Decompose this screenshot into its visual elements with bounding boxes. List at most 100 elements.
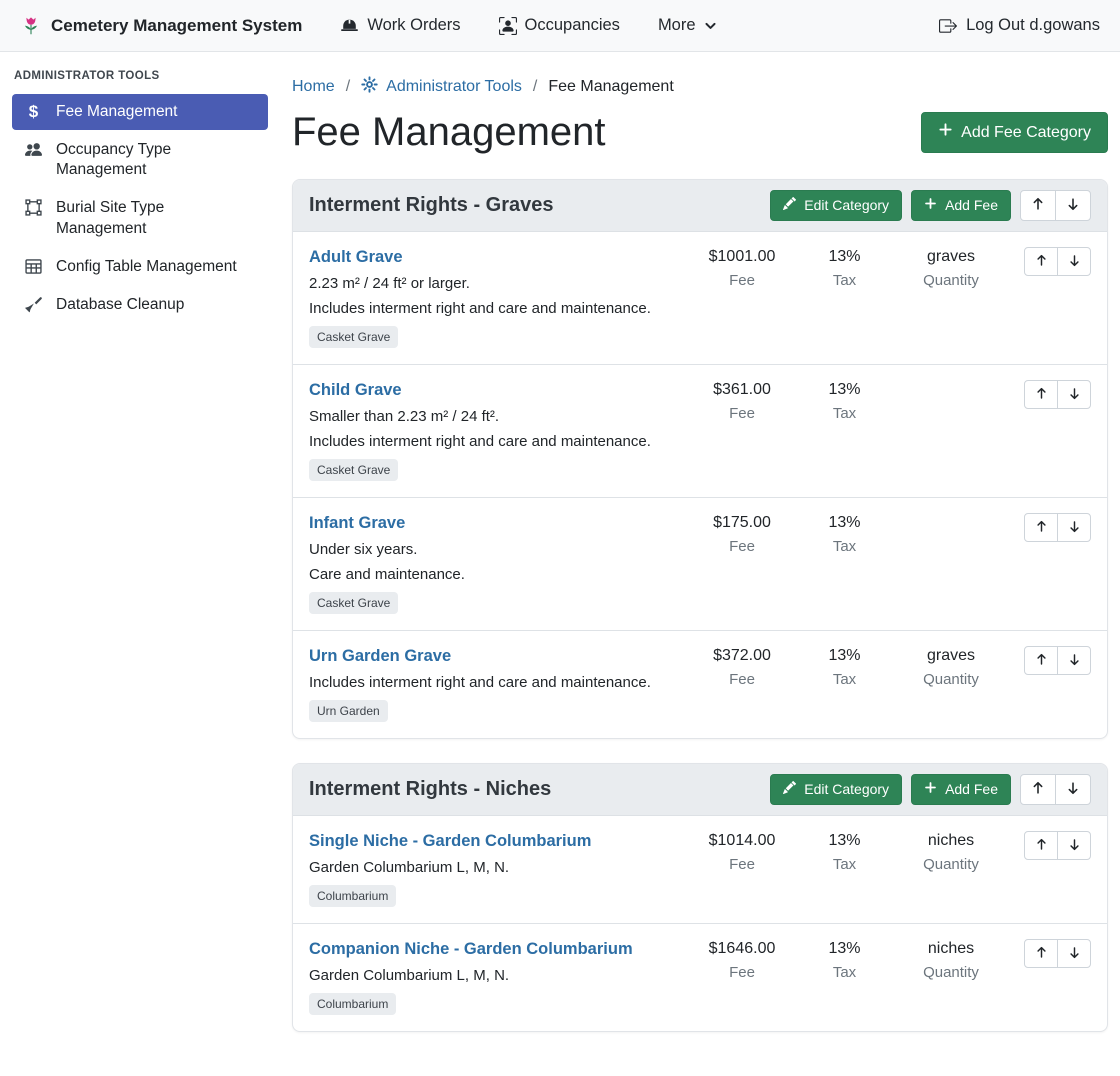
main-content: Home / Administrator Tools / Fee Managem… — [280, 52, 1120, 1076]
sidebar-item-label: Fee Management — [56, 102, 178, 122]
fee-amount-label: Fee — [687, 272, 797, 289]
move-fee-down-button[interactable] — [1057, 831, 1091, 860]
category-title: Interment Rights - Graves — [309, 194, 554, 217]
move-category-up-button[interactable] — [1020, 190, 1056, 221]
move-fee-up-button[interactable] — [1024, 939, 1058, 968]
fee-main: Companion Niche - Garden Columbarium Gar… — [309, 939, 687, 1015]
move-fee-down-button[interactable] — [1057, 380, 1091, 409]
move-category-down-button[interactable] — [1055, 190, 1091, 221]
move-fee-down-button[interactable] — [1057, 939, 1091, 968]
fee-name-link[interactable]: Child Grave — [309, 381, 402, 400]
arrow-down-icon — [1068, 520, 1081, 536]
fee-quantity-col: niches Quantity — [892, 832, 1010, 873]
fee-row: Urn Garden Grave Includes interment righ… — [293, 631, 1107, 738]
fee-quantity: graves — [892, 248, 1010, 266]
move-category-up-button[interactable] — [1020, 774, 1056, 805]
logout-button[interactable]: Log Out d.gowans — [939, 16, 1100, 35]
hard-hat-icon — [340, 16, 359, 35]
category-title: Interment Rights - Niches — [309, 778, 551, 801]
fee-reorder-group — [1024, 380, 1091, 409]
fee-name-link[interactable]: Single Niche - Garden Columbarium — [309, 832, 591, 851]
sidebar-item-label: Burial Site Type Management — [56, 198, 256, 238]
edit-category-label: Edit Category — [804, 197, 889, 214]
arrow-up-icon — [1035, 838, 1048, 854]
move-fee-up-button[interactable] — [1024, 247, 1058, 276]
fee-quantity-label: Quantity — [892, 272, 1010, 289]
fee-descriptions: Smaller than 2.23 m² / 24 ft².Includes i… — [309, 408, 677, 450]
sidebar-item-occupancy-type[interactable]: Occupancy Type Management — [12, 132, 268, 188]
app-brand[interactable]: Cemetery Management System — [20, 15, 302, 37]
arrow-up-icon — [1031, 781, 1045, 798]
page-title: Fee Management — [292, 110, 606, 155]
fee-quantity: graves — [892, 647, 1010, 665]
gear-icon — [361, 76, 378, 98]
breadcrumb-admin-tools-link[interactable]: Administrator Tools — [361, 76, 522, 98]
move-fee-up-button[interactable] — [1024, 646, 1058, 675]
fee-tax-col: 13% Tax — [797, 647, 892, 688]
fee-name-link[interactable]: Adult Grave — [309, 248, 403, 267]
fee-amount: $1001.00 — [687, 248, 797, 266]
category-body: Single Niche - Garden Columbarium Garden… — [293, 816, 1107, 1031]
sidebar-item-database-cleanup[interactable]: Database Cleanup — [12, 287, 268, 323]
breadcrumb-home-label: Home — [292, 78, 335, 96]
fee-amount-label: Fee — [687, 538, 797, 555]
move-fee-up-button[interactable] — [1024, 380, 1058, 409]
nav-more[interactable]: More — [658, 16, 717, 35]
fee-description: Smaller than 2.23 m² / 24 ft². — [309, 408, 677, 425]
add-fee-button[interactable]: Add Fee — [911, 774, 1011, 805]
fee-tax: 13% — [797, 381, 892, 399]
people-icon — [24, 141, 43, 158]
sidebar-item-fee-management[interactable]: $ Fee Management — [12, 94, 268, 130]
fee-name-link[interactable]: Companion Niche - Garden Columbarium — [309, 940, 633, 959]
breadcrumb-home-link[interactable]: Home — [292, 78, 335, 96]
move-fee-down-button[interactable] — [1057, 513, 1091, 542]
fee-row: Child Grave Smaller than 2.23 m² / 24 ft… — [293, 365, 1107, 498]
fee-name-link[interactable]: Urn Garden Grave — [309, 647, 451, 666]
fee-badge: Columbarium — [309, 993, 396, 1015]
arrow-down-icon — [1066, 197, 1080, 214]
add-fee-label: Add Fee — [945, 197, 998, 214]
arrow-up-icon — [1035, 254, 1048, 270]
fee-amount: $1014.00 — [687, 832, 797, 850]
sidebar-item-burial-site-type[interactable]: Burial Site Type Management — [12, 190, 268, 246]
nav-occupancies[interactable]: Occupancies — [499, 16, 620, 35]
sidebar-item-label: Config Table Management — [56, 257, 237, 277]
fee-quantity: niches — [892, 832, 1010, 850]
edit-category-button[interactable]: Edit Category — [770, 190, 902, 221]
fee-row: Single Niche - Garden Columbarium Garden… — [293, 816, 1107, 924]
add-fee-button[interactable]: Add Fee — [911, 190, 1011, 221]
fee-name-link[interactable]: Infant Grave — [309, 514, 405, 533]
add-fee-category-button[interactable]: Add Fee Category — [921, 112, 1108, 152]
fee-quantity-col: niches Quantity — [892, 940, 1010, 981]
move-fee-down-button[interactable] — [1057, 247, 1091, 276]
nav-work-orders[interactable]: Work Orders — [340, 16, 460, 35]
fee-quantity-label: Quantity — [892, 964, 1010, 981]
fee-amount-col: $175.00 Fee — [687, 514, 797, 555]
move-fee-up-button[interactable] — [1024, 513, 1058, 542]
page-header: Fee Management Add Fee Category — [292, 110, 1108, 155]
breadcrumb-separator: / — [533, 78, 537, 96]
fee-badge: Columbarium — [309, 885, 396, 907]
move-fee-up-button[interactable] — [1024, 831, 1058, 860]
fee-amount: $1646.00 — [687, 940, 797, 958]
dollar-icon: $ — [24, 103, 43, 120]
fee-description: Includes interment right and care and ma… — [309, 674, 677, 691]
fee-reorder-group — [1024, 831, 1091, 860]
add-fee-label: Add Fee — [945, 781, 998, 798]
nav-occupancies-label: Occupancies — [525, 16, 620, 35]
edit-category-button[interactable]: Edit Category — [770, 774, 902, 805]
sidebar-item-config-table[interactable]: Config Table Management — [12, 249, 268, 285]
fee-amount: $175.00 — [687, 514, 797, 532]
fee-amount-label: Fee — [687, 856, 797, 873]
move-fee-down-button[interactable] — [1057, 646, 1091, 675]
move-category-down-button[interactable] — [1055, 774, 1091, 805]
fee-quantity-label: Quantity — [892, 856, 1010, 873]
category-body: Adult Grave 2.23 m² / 24 ft² or larger.I… — [293, 232, 1107, 738]
fee-row: Adult Grave 2.23 m² / 24 ft² or larger.I… — [293, 232, 1107, 365]
arrow-up-icon — [1035, 946, 1048, 962]
fee-reorder-group — [1024, 513, 1091, 542]
fee-amount-label: Fee — [687, 964, 797, 981]
breadcrumb-current: Fee Management — [548, 78, 673, 96]
fee-amount-label: Fee — [687, 405, 797, 422]
fee-descriptions: Garden Columbarium L, M, N. — [309, 967, 677, 984]
